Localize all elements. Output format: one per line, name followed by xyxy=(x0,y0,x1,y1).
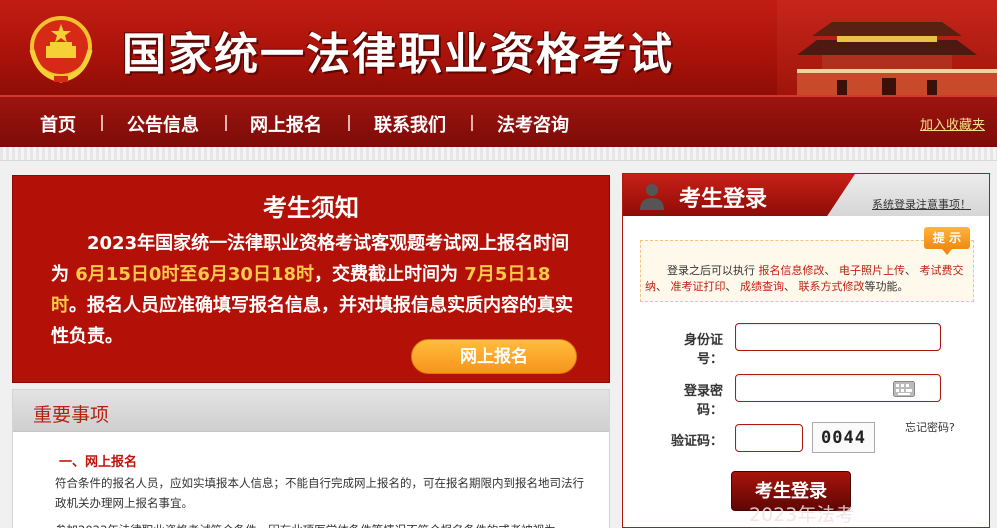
tip-prefix: 登录之后可以执行 xyxy=(667,264,755,277)
nav-divider xyxy=(101,115,103,131)
tiananmen-gate-image xyxy=(777,0,997,95)
tip-suffix: 等功能。 xyxy=(864,280,909,293)
tip-link-score-query: 成绩查询 xyxy=(740,280,784,293)
login-title: 考生登录 xyxy=(679,187,768,212)
important-header: 重要事项 xyxy=(13,390,609,432)
id-number-label: 身份证号： xyxy=(683,333,723,367)
main-nav: 首页 公告信息 网上报名 联系我们 法考咨询 加入收藏夹 xyxy=(0,95,997,147)
tip-link-info-modify: 报名信息修改 xyxy=(758,264,825,277)
tip-text: 登录之后可以执行 报名信息修改、 电子照片上传、 考试费交纳、 准考证打印、 成… xyxy=(645,264,964,293)
notice-text-part: ，交费截止时间为 xyxy=(314,264,459,285)
captcha-input[interactable] xyxy=(735,424,803,452)
decorative-strip xyxy=(0,147,997,161)
tip-link-contact-modify: 联系方式修改 xyxy=(798,280,865,293)
section-title: 一、网上报名 xyxy=(59,455,138,470)
login-button[interactable]: 考生登录 xyxy=(731,471,851,511)
site-title: 国家统一法律职业资格考试 xyxy=(122,29,674,80)
nav-divider xyxy=(471,115,473,131)
national-emblem-icon xyxy=(29,16,93,83)
tip-link-admission-print: 准考证打印 xyxy=(670,280,726,293)
nav-exam-consult[interactable]: 法考咨询 xyxy=(497,111,569,137)
notice-text: 2023年国家统一法律职业资格考试客观题考试网上报名时间为 6月15日0时至6月… xyxy=(51,228,579,352)
tip-badge: 提 示 xyxy=(924,227,970,255)
tip-link-photo-upload: 电子照片上传 xyxy=(839,264,905,277)
login-tab: 考生登录 xyxy=(623,174,855,216)
nav-divider xyxy=(225,115,227,131)
id-number-input[interactable] xyxy=(735,323,941,351)
login-header: 考生登录 系统登录注意事项！ xyxy=(623,174,989,216)
captcha-image[interactable]: 0044 xyxy=(812,422,875,453)
candidate-login-panel: 考生登录 系统登录注意事项！ 提 示 登录之后可以执行 报名信息修改、 电子照片… xyxy=(622,173,990,528)
tip-box: 提 示 登录之后可以执行 报名信息修改、 电子照片上传、 考试费交纳、 准考证打… xyxy=(640,227,974,302)
keyboard-icon[interactable] xyxy=(893,381,915,397)
candidate-notice-panel: 考生须知 2023年国家统一法律职业资格考试客观题考试网上报名时间为 6月15日… xyxy=(12,175,610,383)
nav-announcements[interactable]: 公告信息 xyxy=(127,111,199,137)
nav-contact-us[interactable]: 联系我们 xyxy=(374,111,446,137)
section-paragraph: 参加2023年法律职业资格考试符合条件，因有此项医学体条件等情况不符合报名条件的… xyxy=(55,520,595,528)
registration-period: 6月15日0时至6月30日18时 xyxy=(75,264,315,285)
online-registration-button[interactable]: 网上报名 xyxy=(411,339,577,374)
nav-online-registration[interactable]: 网上报名 xyxy=(250,111,322,137)
important-matters-panel: 重要事项 一、网上报名 符合条件的报名人员，应如实填报本人信息；不能自行完成网上… xyxy=(12,389,610,528)
nav-divider xyxy=(348,115,350,131)
password-label: 登录密码： xyxy=(683,384,723,418)
forgot-password-link[interactable]: 忘记密码? xyxy=(905,419,955,435)
login-notes-link[interactable]: 系统登录注意事项！ xyxy=(872,196,971,212)
captcha-label: 验证码： xyxy=(670,434,723,449)
user-icon xyxy=(640,184,664,210)
important-title: 重要事项 xyxy=(33,404,110,426)
notice-title: 考生须知 xyxy=(263,194,359,222)
site-header: 国家统一法律职业资格考试 xyxy=(0,0,997,95)
add-favorite-link[interactable]: 加入收藏夹 xyxy=(920,114,985,133)
captcha-code: 0044 xyxy=(821,428,866,448)
section-paragraph: 符合条件的报名人员，应如实填报本人信息；不能自行完成网上报名的，可在报名期限内到… xyxy=(55,476,584,510)
nav-home[interactable]: 首页 xyxy=(40,111,76,137)
